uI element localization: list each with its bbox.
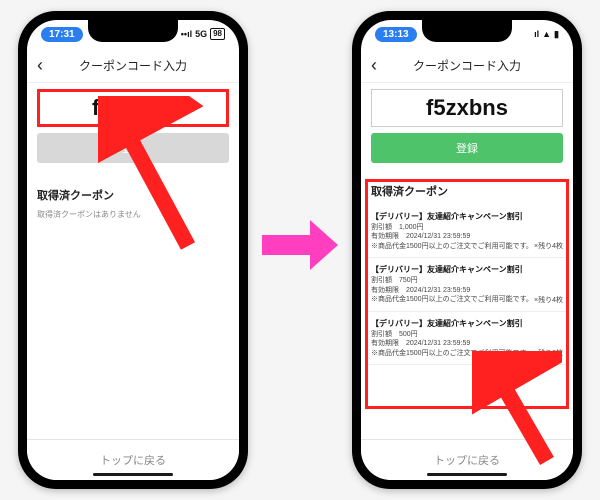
home-indicator bbox=[427, 473, 507, 476]
phone-left: 17:31 ••ıl 5G 98 ‹ クーポンコード入力 クーポンコードをお持ち… bbox=[18, 11, 248, 489]
back-icon[interactable]: ‹ bbox=[371, 56, 377, 74]
coupon-discount: 割引額 1,000円 bbox=[371, 223, 563, 232]
coupon-remaining: ×残り4枚 bbox=[534, 295, 563, 305]
transition-arrow-icon bbox=[260, 215, 340, 275]
signal-icon: ••ıl bbox=[181, 29, 192, 39]
back-icon[interactable]: ‹ bbox=[37, 56, 43, 74]
battery-icon: 98 bbox=[210, 28, 225, 40]
coupon-discount: 割引額 500円 bbox=[371, 330, 563, 339]
code-overlay: f5zxbns bbox=[37, 89, 229, 127]
network-label: 5G bbox=[195, 29, 207, 39]
coupon-list: 【デリバリー】友達紹介キャンペーン割引割引額 1,000円有効期限 2024/1… bbox=[361, 205, 573, 365]
battery-icon: ▮ bbox=[554, 29, 559, 40]
empty-message: 取得済クーポンはありません bbox=[27, 209, 239, 220]
coupon-item[interactable]: 【デリバリー】友達紹介キャンペーン割引割引額 500円有効期限 2024/12/… bbox=[365, 312, 569, 365]
status-time: 17:31 bbox=[41, 27, 83, 42]
page-title: クーポンコード入力 bbox=[79, 57, 187, 74]
coupon-remaining: ×残り4枚 bbox=[534, 241, 563, 251]
register-button[interactable]: 登録 bbox=[37, 133, 229, 163]
page-title: クーポンコード入力 bbox=[413, 57, 521, 74]
coupon-remaining: ×残り2枚 bbox=[534, 348, 563, 358]
coupon-title: 【デリバリー】友達紹介キャンペーン割引 bbox=[371, 211, 563, 222]
coupon-title: 【デリバリー】友達紹介キャンペーン割引 bbox=[371, 318, 563, 329]
code-text: f5zxbns bbox=[426, 95, 508, 121]
section-title: 取得済クーポン bbox=[27, 173, 239, 209]
code-text: f5zxbns bbox=[92, 95, 174, 121]
code-overlay: f5zxbns bbox=[371, 89, 563, 127]
coupon-title: 【デリバリー】友達紹介キャンペーン割引 bbox=[371, 264, 563, 275]
coupon-item[interactable]: 【デリバリー】友達紹介キャンペーン割引割引額 1,000円有効期限 2024/1… bbox=[365, 205, 569, 258]
nav-bar: ‹ クーポンコード入力 bbox=[361, 48, 573, 83]
phone-right: 13:13 ıl ▲ ▮ ‹ クーポンコード入力 f5zxbns 登録 bbox=[352, 11, 582, 489]
status-time: 13:13 bbox=[375, 27, 417, 42]
nav-bar: ‹ クーポンコード入力 bbox=[27, 48, 239, 83]
notch bbox=[422, 20, 512, 42]
home-indicator bbox=[93, 473, 173, 476]
coupon-item[interactable]: 【デリバリー】友達紹介キャンペーン割引割引額 750円有効期限 2024/12/… bbox=[365, 258, 569, 311]
signal-icon: ıl bbox=[534, 29, 539, 39]
register-button[interactable]: 登録 bbox=[371, 133, 563, 163]
section-title: 取得済クーポン bbox=[361, 173, 573, 205]
notch bbox=[88, 20, 178, 42]
wifi-icon: ▲ bbox=[542, 29, 551, 39]
coupon-discount: 割引額 750円 bbox=[371, 276, 563, 285]
